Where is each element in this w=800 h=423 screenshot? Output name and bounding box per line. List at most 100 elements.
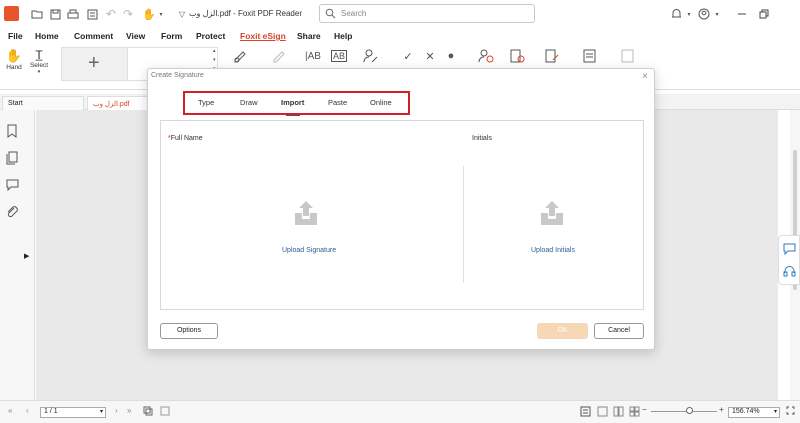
cancel-button[interactable]: Cancel bbox=[594, 323, 644, 339]
fullscreen-icon[interactable] bbox=[786, 406, 795, 415]
menu-file[interactable]: File bbox=[8, 31, 23, 41]
tab-draw[interactable]: Draw bbox=[240, 98, 258, 107]
tab-type[interactable]: Type bbox=[198, 98, 214, 107]
two-page-continuous-icon[interactable] bbox=[629, 406, 640, 417]
full-name-label: *Full Name bbox=[168, 135, 203, 142]
upload-initials-link[interactable]: Upload Initials bbox=[531, 247, 575, 254]
navigation-panel: ▶ bbox=[0, 110, 35, 400]
select-dropdown-icon[interactable]: ▾ bbox=[28, 69, 50, 75]
status-bar: « ‹ 1 / 1 ▾ › » − + 156.74% ▾ bbox=[0, 400, 800, 423]
quick-access-dropdown-icon[interactable]: ▽ bbox=[174, 6, 190, 22]
tab-start-label: Start bbox=[8, 100, 23, 107]
menu-home[interactable]: Home bbox=[35, 31, 59, 41]
menu-help[interactable]: Help bbox=[334, 31, 352, 41]
account-dropdown-icon[interactable]: ▾ bbox=[709, 6, 725, 22]
options-button[interactable]: Options bbox=[160, 323, 218, 339]
tab-online[interactable]: Online bbox=[370, 98, 392, 107]
close-icon[interactable]: × bbox=[642, 71, 648, 82]
properties-icon[interactable] bbox=[84, 6, 100, 22]
comments-icon[interactable] bbox=[6, 178, 20, 194]
zoom-level-input[interactable]: 156.74% ▾ bbox=[728, 407, 780, 418]
ok-button[interactable]: OK bbox=[537, 323, 588, 339]
form-doc-icon[interactable] bbox=[581, 47, 599, 65]
open-folder-icon[interactable] bbox=[29, 6, 45, 22]
foxit-logo-icon bbox=[4, 6, 19, 21]
restore-icon[interactable] bbox=[756, 6, 772, 22]
bell-dropdown-icon[interactable]: ▾ bbox=[681, 6, 697, 22]
panel-expand-icon[interactable]: ▶ bbox=[24, 252, 29, 260]
add-signature-button[interactable]: + bbox=[61, 47, 128, 81]
tab-import[interactable]: Import bbox=[281, 98, 304, 107]
select-text-icon: T̲ bbox=[35, 48, 43, 62]
print-icon[interactable] bbox=[65, 6, 81, 22]
tab-document[interactable]: الزل وب.pdf bbox=[87, 96, 149, 110]
hand-tool[interactable]: ✋ Hand bbox=[4, 48, 24, 71]
continuous-view-icon[interactable] bbox=[597, 406, 608, 417]
zoom-slider[interactable] bbox=[651, 411, 717, 412]
sign-disabled-icon[interactable] bbox=[270, 47, 288, 65]
window-title: الزل وب.pdf - Foxit PDF Reader bbox=[189, 9, 302, 18]
column-divider bbox=[463, 166, 464, 283]
chat-icon[interactable] bbox=[783, 242, 796, 255]
menu-comment[interactable]: Comment bbox=[74, 31, 113, 41]
menu-protect[interactable]: Protect bbox=[196, 31, 225, 41]
dot-icon[interactable]: ● bbox=[442, 47, 460, 65]
pages-icon[interactable] bbox=[6, 151, 20, 167]
menu-foxit-esign[interactable]: Foxit eSign bbox=[240, 31, 286, 41]
tab-start[interactable]: Start bbox=[2, 96, 84, 110]
plus-symbol: + bbox=[88, 52, 100, 74]
tab-paste[interactable]: Paste bbox=[328, 98, 347, 107]
checkmark-icon[interactable]: ✓ bbox=[399, 47, 417, 65]
full-name-text: Full Name bbox=[170, 135, 203, 142]
document-sign-icon[interactable] bbox=[508, 47, 526, 65]
two-page-view-icon[interactable] bbox=[613, 406, 624, 417]
redo-icon[interactable]: ↷ bbox=[120, 6, 136, 22]
cross-mark-icon[interactable]: ✕ bbox=[421, 47, 439, 65]
initials-icon[interactable] bbox=[362, 47, 380, 65]
dialog-title: Create Signature bbox=[151, 72, 204, 79]
upload-signature-link[interactable]: Upload Signature bbox=[282, 247, 336, 254]
headset-icon[interactable] bbox=[783, 265, 796, 278]
menu-share[interactable]: Share bbox=[297, 31, 321, 41]
zoom-in-icon[interactable]: + bbox=[719, 405, 724, 414]
page-dropdown-icon[interactable]: ▾ bbox=[100, 408, 103, 415]
previous-page-icon[interactable]: ‹ bbox=[26, 406, 29, 415]
bookmark-icon[interactable] bbox=[6, 124, 20, 140]
single-page-view-icon[interactable] bbox=[580, 406, 591, 417]
zoom-out-icon[interactable]: − bbox=[642, 405, 647, 414]
text-box-icon[interactable]: AB bbox=[330, 47, 348, 65]
zoom-level-value: 156.74% bbox=[732, 408, 760, 415]
select-tool[interactable]: T̲ Select ▾ bbox=[28, 48, 50, 75]
attachment-icon[interactable] bbox=[6, 205, 20, 221]
page-number-input[interactable]: 1 / 1 ▾ bbox=[40, 407, 106, 418]
create-signature-dialog: Create Signature × Type Draw Import Past… bbox=[147, 68, 655, 350]
upload-initials-icon[interactable] bbox=[537, 199, 567, 229]
zoom-slider-handle[interactable] bbox=[686, 407, 693, 414]
minimize-icon[interactable] bbox=[734, 6, 750, 22]
chevron-down-icon[interactable]: ▾ bbox=[153, 6, 169, 22]
sign-doc-disabled-icon[interactable] bbox=[619, 47, 637, 65]
fit-page-icon[interactable] bbox=[143, 406, 153, 416]
request-signature-icon[interactable] bbox=[477, 47, 495, 65]
last-page-icon[interactable]: » bbox=[127, 406, 131, 415]
hand-label: Hand bbox=[6, 64, 22, 71]
title-bar: ↶ ↷ ✋ ▾ ▽ الزل وب.pdf - Foxit PDF Reader… bbox=[0, 0, 800, 28]
fit-width-icon[interactable] bbox=[160, 406, 170, 416]
menu-view[interactable]: View bbox=[126, 31, 145, 41]
select-label: Select bbox=[29, 62, 49, 69]
menu-form[interactable]: Form bbox=[161, 31, 182, 41]
tab-document-label: الزل وب.pdf bbox=[93, 101, 130, 108]
first-page-icon[interactable]: « bbox=[8, 406, 12, 415]
fill-sign-icon[interactable] bbox=[231, 47, 249, 65]
import-content-area: *Full Name Initials Upload Signature Upl… bbox=[160, 120, 644, 310]
search-icon bbox=[325, 8, 336, 19]
search-input[interactable]: Search bbox=[319, 4, 535, 23]
next-page-icon[interactable]: › bbox=[115, 406, 118, 415]
search-placeholder: Search bbox=[341, 9, 367, 18]
zoom-dropdown-icon[interactable]: ▾ bbox=[774, 408, 777, 415]
undo-icon[interactable]: ↶ bbox=[103, 6, 119, 22]
save-icon[interactable] bbox=[47, 6, 63, 22]
upload-signature-icon[interactable] bbox=[291, 199, 321, 229]
text-tool-icon[interactable]: |AB bbox=[304, 47, 322, 65]
template-icon[interactable] bbox=[543, 47, 561, 65]
